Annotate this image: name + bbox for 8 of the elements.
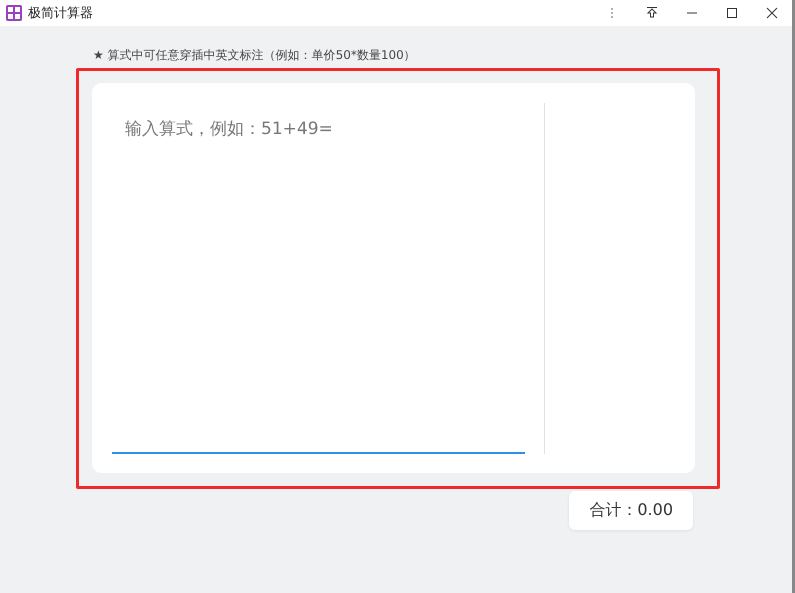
maximize-icon (726, 7, 738, 19)
total-label: 合计：0.00 (569, 491, 693, 530)
app-icon (6, 5, 22, 21)
window-title: 极简计算器 (28, 5, 93, 22)
pin-icon (646, 7, 658, 19)
close-icon (766, 7, 778, 19)
hint-text: ★ 算式中可任意穿插中英文标注（例如：单价50*数量100） (93, 47, 417, 64)
more-icon (610, 7, 614, 19)
